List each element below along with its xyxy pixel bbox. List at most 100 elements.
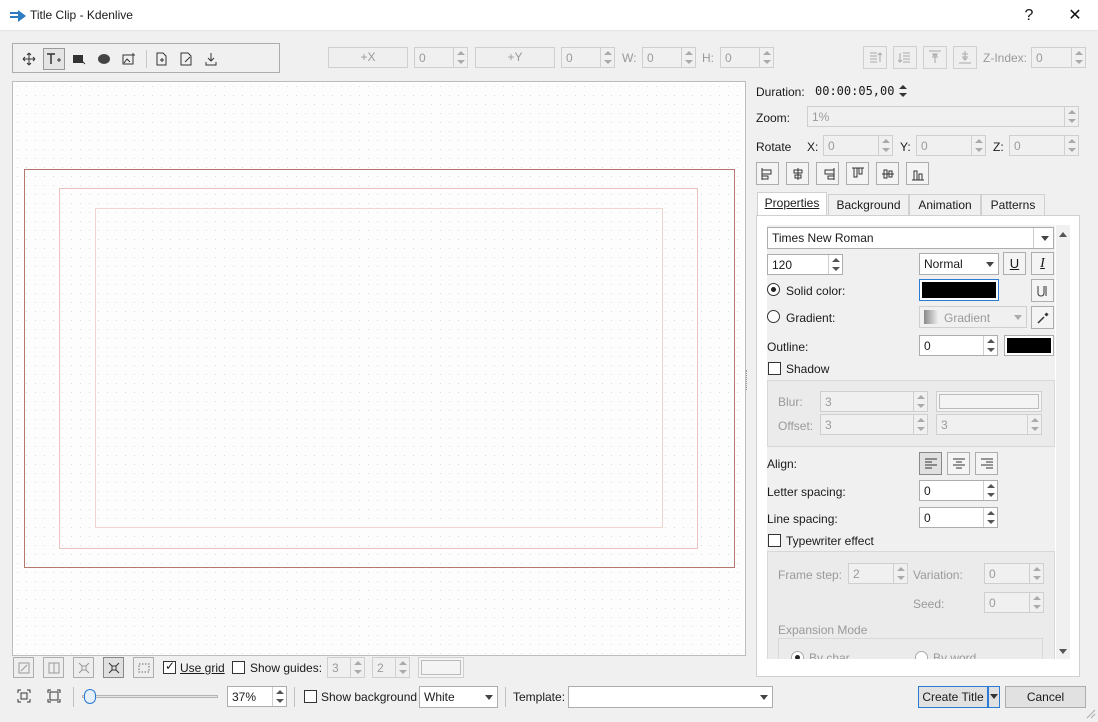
shadow-checkbox[interactable] xyxy=(768,362,781,375)
align-hcenter-icon[interactable] xyxy=(786,162,809,185)
variation-label: Variation: xyxy=(913,568,963,582)
eyedropper-icon[interactable] xyxy=(1031,306,1054,329)
solid-color-radio[interactable] xyxy=(767,283,780,296)
rectangle-tool-icon[interactable] xyxy=(68,48,90,70)
gradient-radio[interactable] xyxy=(767,310,780,323)
add-y-button[interactable]: +Y xyxy=(475,47,555,68)
outline-color-button[interactable] xyxy=(1004,335,1054,356)
splitter-handle[interactable] xyxy=(746,370,749,390)
text-align-left-icon[interactable] xyxy=(919,452,942,475)
zoom-percent-spinbox[interactable]: 37% xyxy=(227,686,287,707)
rotate-label: Rotate xyxy=(756,140,792,154)
italic-button[interactable]: I xyxy=(1031,252,1054,275)
align-right-icon[interactable] xyxy=(816,162,839,185)
zoom-fit-icon[interactable] xyxy=(13,685,35,707)
template-combobox[interactable] xyxy=(568,686,773,708)
zoom-original-icon[interactable] xyxy=(43,685,65,707)
shadow-color-button[interactable] xyxy=(936,391,1042,412)
text-align-right-icon[interactable] xyxy=(975,452,998,475)
select-tool-icon[interactable] xyxy=(18,48,40,70)
background-color-combobox[interactable]: White xyxy=(419,686,498,708)
zoom-slider[interactable] xyxy=(82,687,222,707)
blur-label: Blur: xyxy=(778,395,803,409)
rotate-y-spinbox[interactable]: 0 xyxy=(916,135,986,156)
offset-x-spinbox[interactable]: 3 xyxy=(820,414,928,435)
seed-spinbox[interactable]: 0 xyxy=(984,592,1044,613)
duration-stepper[interactable] xyxy=(897,82,909,100)
height-spinbox[interactable]: 0 xyxy=(720,47,774,68)
z-index-spinbox[interactable]: 0 xyxy=(1031,47,1086,68)
blur-spinbox[interactable]: 3 xyxy=(820,391,928,412)
gradient-combobox[interactable]: Gradient xyxy=(919,306,1027,328)
x-spinbox[interactable]: 0 xyxy=(414,47,468,68)
outline-spinbox[interactable]: 0 xyxy=(919,335,998,356)
image-tool-icon[interactable] xyxy=(118,48,140,70)
text-color-picker-icon[interactable] xyxy=(1031,279,1054,302)
add-x-button[interactable]: +X xyxy=(328,47,408,68)
by-word-radio[interactable] xyxy=(915,651,928,659)
use-grid-checkbox[interactable] xyxy=(163,659,176,674)
title-canvas[interactable] xyxy=(12,81,746,656)
cancel-button[interactable]: Cancel xyxy=(1005,686,1086,708)
variation-spinbox[interactable]: 0 xyxy=(984,563,1044,584)
text-align-center-icon[interactable] xyxy=(947,452,970,475)
guides-color-button[interactable] xyxy=(418,657,464,678)
ellipse-tool-icon[interactable] xyxy=(93,48,115,70)
text-tool-icon[interactable] xyxy=(43,48,65,70)
lower-item-icon[interactable] xyxy=(893,46,917,69)
resize-grip-icon[interactable] xyxy=(1084,707,1096,719)
align-top-icon[interactable] xyxy=(846,162,869,185)
tab-background[interactable]: Background xyxy=(828,194,909,216)
raise-item-icon[interactable] xyxy=(863,46,887,69)
font-weight-combobox[interactable]: Normal xyxy=(919,253,999,275)
zoom-label: Zoom: xyxy=(756,111,791,125)
font-combobox[interactable]: Times New Roman xyxy=(767,227,1054,249)
offset-y-spinbox[interactable]: 3 xyxy=(936,414,1042,435)
save-document-icon[interactable] xyxy=(175,48,197,70)
y-spinbox[interactable]: 0 xyxy=(561,47,615,68)
align-bottom-icon[interactable] xyxy=(906,162,929,185)
by-char-radio[interactable] xyxy=(791,651,804,659)
zoom-spinbox[interactable]: 1% xyxy=(807,106,1079,127)
frame-step-spinbox[interactable]: 2 xyxy=(848,563,908,584)
underline-button[interactable]: U xyxy=(1003,252,1026,275)
show-guides-checkbox[interactable] xyxy=(232,661,245,674)
rotate-x-spinbox[interactable]: 0 xyxy=(823,135,893,156)
typewriter-checkbox[interactable] xyxy=(768,534,781,547)
properties-scrollbar[interactable] xyxy=(1056,225,1070,659)
guides-vertical-spinbox[interactable]: 2 xyxy=(372,657,410,678)
use-grid-label: Use grid xyxy=(180,661,225,675)
create-title-button[interactable]: Create Title xyxy=(918,686,988,708)
letter-spacing-label: Letter spacing: xyxy=(767,485,846,499)
create-title-menu-button[interactable] xyxy=(988,686,1000,708)
letter-spacing-spinbox[interactable]: 0 xyxy=(919,480,998,501)
solid-color-button[interactable] xyxy=(919,279,999,301)
guides-horizontal-spinbox[interactable]: 3 xyxy=(327,657,365,678)
solid-color-label: Solid color: xyxy=(786,284,846,298)
rotate-z-spinbox[interactable]: 0 xyxy=(1009,135,1079,156)
show-frame-icon[interactable] xyxy=(13,657,34,678)
grid-toggle-icon[interactable] xyxy=(103,657,124,678)
font-size-spinbox[interactable]: 120 xyxy=(767,254,843,275)
tab-properties[interactable]: Properties xyxy=(757,192,827,216)
show-background-checkbox[interactable] xyxy=(304,690,317,703)
tab-patterns[interactable]: Patterns xyxy=(981,194,1045,216)
align-left-icon[interactable] xyxy=(756,162,779,185)
align-vcenter-icon[interactable] xyxy=(876,162,899,185)
download-icon[interactable] xyxy=(200,48,222,70)
open-document-icon[interactable] xyxy=(150,48,172,70)
seed-label: Seed: xyxy=(913,597,945,611)
close-button[interactable]: ✕ xyxy=(1052,0,1098,31)
line-spacing-spinbox[interactable]: 0 xyxy=(919,507,998,528)
width-spinbox[interactable]: 0 xyxy=(642,47,696,68)
raise-to-top-icon[interactable] xyxy=(923,46,947,69)
z-index-label: Z-Index: xyxy=(983,51,1028,65)
selection-frame-icon[interactable] xyxy=(133,657,154,678)
duration-value[interactable]: 00:00:05,00 xyxy=(815,84,894,98)
center-guide-icon[interactable] xyxy=(73,657,94,678)
help-button[interactable]: ? xyxy=(1006,0,1052,31)
rotate-z-label: Z: xyxy=(993,140,1004,154)
split-view-icon[interactable] xyxy=(43,657,64,678)
lower-to-bottom-icon[interactable] xyxy=(953,46,977,69)
tab-animation[interactable]: Animation xyxy=(909,194,981,216)
